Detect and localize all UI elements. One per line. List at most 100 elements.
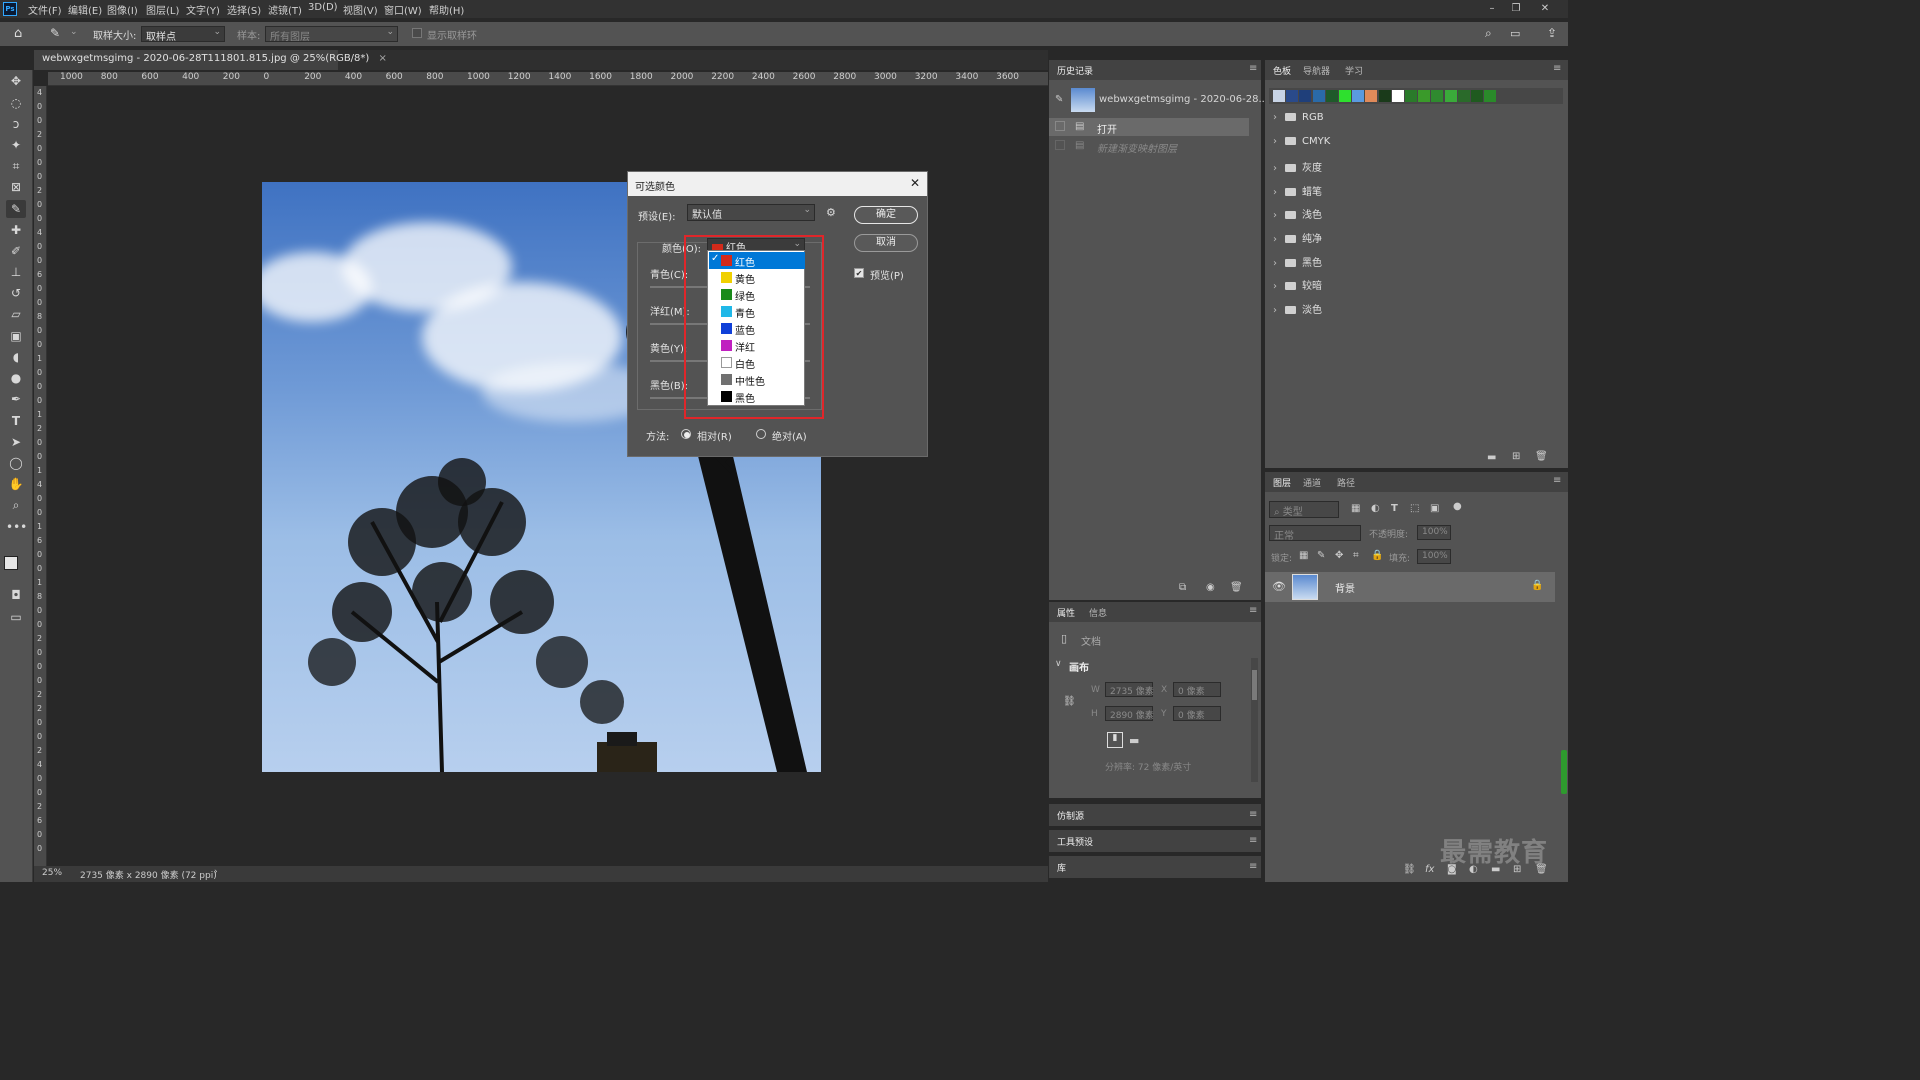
filter-toggle-icon[interactable]: ● <box>1453 501 1462 512</box>
tab-properties[interactable]: 属性 <box>1057 606 1075 619</box>
zoom-tool-icon[interactable]: ⌕ <box>6 496 26 514</box>
swatch[interactable] <box>1339 90 1351 102</box>
new-group-folder-icon[interactable]: ▬ <box>1487 452 1496 463</box>
swatch[interactable] <box>1312 90 1325 102</box>
smart-object-filter-icon[interactable]: ▣ <box>1430 503 1439 514</box>
swatch-group[interactable]: › 纯净 <box>1265 230 1555 250</box>
frame-tool-icon[interactable]: ⊠ <box>6 178 26 196</box>
home-icon[interactable]: ⌂ <box>14 26 22 41</box>
panel-menu-icon[interactable]: ≡ <box>1249 809 1257 820</box>
scrollbar-thumb[interactable] <box>1561 750 1567 794</box>
workspace-icon[interactable]: ▭ <box>1510 27 1520 40</box>
swatch-group[interactable]: › 淡色 <box>1265 301 1555 321</box>
tool-preset-chevron-icon[interactable]: ⌄ <box>70 27 78 37</box>
lock-position-icon[interactable]: ✥ <box>1335 550 1343 561</box>
search-icon[interactable]: ⌕ <box>1485 26 1492 41</box>
menu-edit[interactable]: 编辑(E) <box>68 2 102 17</box>
chevron-right-icon[interactable]: › <box>1273 136 1277 147</box>
swatch[interactable] <box>1405 90 1417 102</box>
ok-button[interactable]: 确定 <box>854 206 918 224</box>
scrollbar-thumb[interactable] <box>1252 670 1257 700</box>
document-tab[interactable]: webwxgetmsgimg - 2020-06-28T111801.815.j… <box>34 50 387 70</box>
height-field[interactable]: 2890 像素 <box>1105 706 1154 721</box>
tab-info[interactable]: 信息 <box>1089 606 1107 619</box>
swatch-group[interactable]: › 黑色 <box>1265 254 1555 274</box>
lasso-tool-icon[interactable]: ↄ <box>6 115 26 133</box>
lock-all-icon[interactable]: 🔒 <box>1371 550 1383 561</box>
chevron-right-icon[interactable]: › <box>1273 112 1277 123</box>
panel-menu-icon[interactable]: ≡ <box>1249 861 1257 872</box>
swatch[interactable] <box>1471 90 1483 102</box>
tool-presets-panel[interactable]: 工具预设 ≡ <box>1049 830 1261 852</box>
fill-field[interactable]: 100% <box>1417 549 1451 564</box>
snapshot-name[interactable]: webwxgetmsgimg - 2020-06-28... <box>1099 94 1268 105</box>
restore-button[interactable]: ❐ <box>1508 2 1524 16</box>
swatch-group[interactable]: › 浅色 <box>1265 206 1555 226</box>
menu-select[interactable]: 选择(S) <box>227 2 261 17</box>
menu-help[interactable]: 帮助(H) <box>429 2 464 17</box>
eyedropper-tool-icon[interactable]: ✎ <box>6 200 26 218</box>
opacity-field[interactable]: 100% <box>1417 525 1451 540</box>
camera-icon[interactable]: ◉ <box>1206 582 1215 593</box>
close-tab-icon[interactable]: × <box>379 53 387 64</box>
tab-navigator[interactable]: 导航器 <box>1303 64 1330 77</box>
lock-artboard-icon[interactable]: ⌗ <box>1353 550 1359 561</box>
clone-source-panel[interactable]: 仿制源 ≡ <box>1049 804 1261 826</box>
menu-view[interactable]: 视图(V) <box>343 2 378 17</box>
trash-icon[interactable]: 🗑 <box>1230 582 1243 593</box>
panel-menu-icon[interactable]: ≡ <box>1553 475 1561 486</box>
panel-menu-icon[interactable]: ≡ <box>1553 63 1561 74</box>
chevron-right-icon[interactable]: › <box>1273 187 1277 198</box>
chevron-right-icon[interactable]: › <box>1273 234 1277 245</box>
history-brush-icon[interactable]: ↺ <box>6 284 26 302</box>
tab-libraries[interactable]: 库 <box>1057 861 1066 874</box>
menu-file[interactable]: 文件(F) <box>28 2 62 17</box>
x-field[interactable]: 0 像素 <box>1173 682 1221 697</box>
menu-filter[interactable]: 滤镜(T) <box>268 2 302 17</box>
pen-tool-icon[interactable]: ✒ <box>6 390 26 408</box>
chevron-right-icon[interactable]: › <box>1273 258 1277 269</box>
panel-menu-icon[interactable]: ≡ <box>1249 835 1257 846</box>
swatch[interactable] <box>1378 90 1391 102</box>
eyedropper-icon[interactable]: ✎ <box>50 26 60 40</box>
blur-tool-icon[interactable]: ◖ <box>6 348 26 366</box>
quick-mask-icon[interactable]: ◘ <box>6 586 26 604</box>
section-chevron-icon[interactable]: ∨ <box>1055 659 1062 669</box>
zoom-level[interactable]: 25% <box>42 868 72 880</box>
swatch[interactable] <box>1391 90 1404 102</box>
menu-window[interactable]: 窗口(W) <box>384 2 422 17</box>
sample-select[interactable]: 所有图层 ⌄ <box>265 26 398 43</box>
brush-source-icon[interactable]: ✎ <box>1055 94 1067 106</box>
chevron-right-icon[interactable]: › <box>1273 163 1277 174</box>
swatch[interactable] <box>1286 90 1299 102</box>
new-swatch-icon[interactable]: ⊞ <box>1512 451 1520 462</box>
close-icon[interactable]: ✕ <box>910 176 920 190</box>
method-relative-radio[interactable] <box>681 429 691 439</box>
swatch[interactable] <box>1457 90 1470 102</box>
sample-size-select[interactable]: 取样点 ⌄ <box>141 26 225 43</box>
magic-wand-tool-icon[interactable]: ✦ <box>6 136 26 154</box>
method-absolute-radio[interactable] <box>756 429 766 439</box>
swatch[interactable] <box>1418 90 1431 102</box>
move-tool-icon[interactable]: ✥ <box>6 72 26 90</box>
swatch-group[interactable]: › CMYK <box>1265 136 1555 156</box>
chevron-right-icon[interactable]: › <box>1273 305 1277 316</box>
tab-channels[interactable]: 通道 <box>1303 476 1321 489</box>
gear-icon[interactable]: ⚙ <box>826 206 836 219</box>
hand-tool-icon[interactable]: ✋ <box>6 475 26 493</box>
cancel-button[interactable]: 取消 <box>854 234 918 252</box>
marquee-tool-icon[interactable]: ◌ <box>6 94 26 112</box>
eye-icon[interactable]: 👁 <box>1272 580 1286 593</box>
swatch[interactable] <box>1352 90 1365 102</box>
lock-icon[interactable]: 🔒 <box>1531 580 1543 591</box>
foreground-color-swatch[interactable] <box>4 556 18 570</box>
swatch[interactable] <box>1273 90 1285 102</box>
menu-layer[interactable]: 图层(L) <box>146 2 179 17</box>
dialog-title-bar[interactable]: 可选颜色 ✕ <box>628 172 927 196</box>
type-filter-icon[interactable]: T <box>1391 503 1398 514</box>
chevron-right-icon[interactable]: › <box>1273 281 1277 292</box>
menu-image[interactable]: 图像(I) <box>107 2 138 17</box>
type-tool-icon[interactable]: T <box>6 412 26 430</box>
swatch[interactable] <box>1325 90 1338 102</box>
layer-filter-select[interactable]: ⌕ 类型 <box>1269 501 1339 518</box>
